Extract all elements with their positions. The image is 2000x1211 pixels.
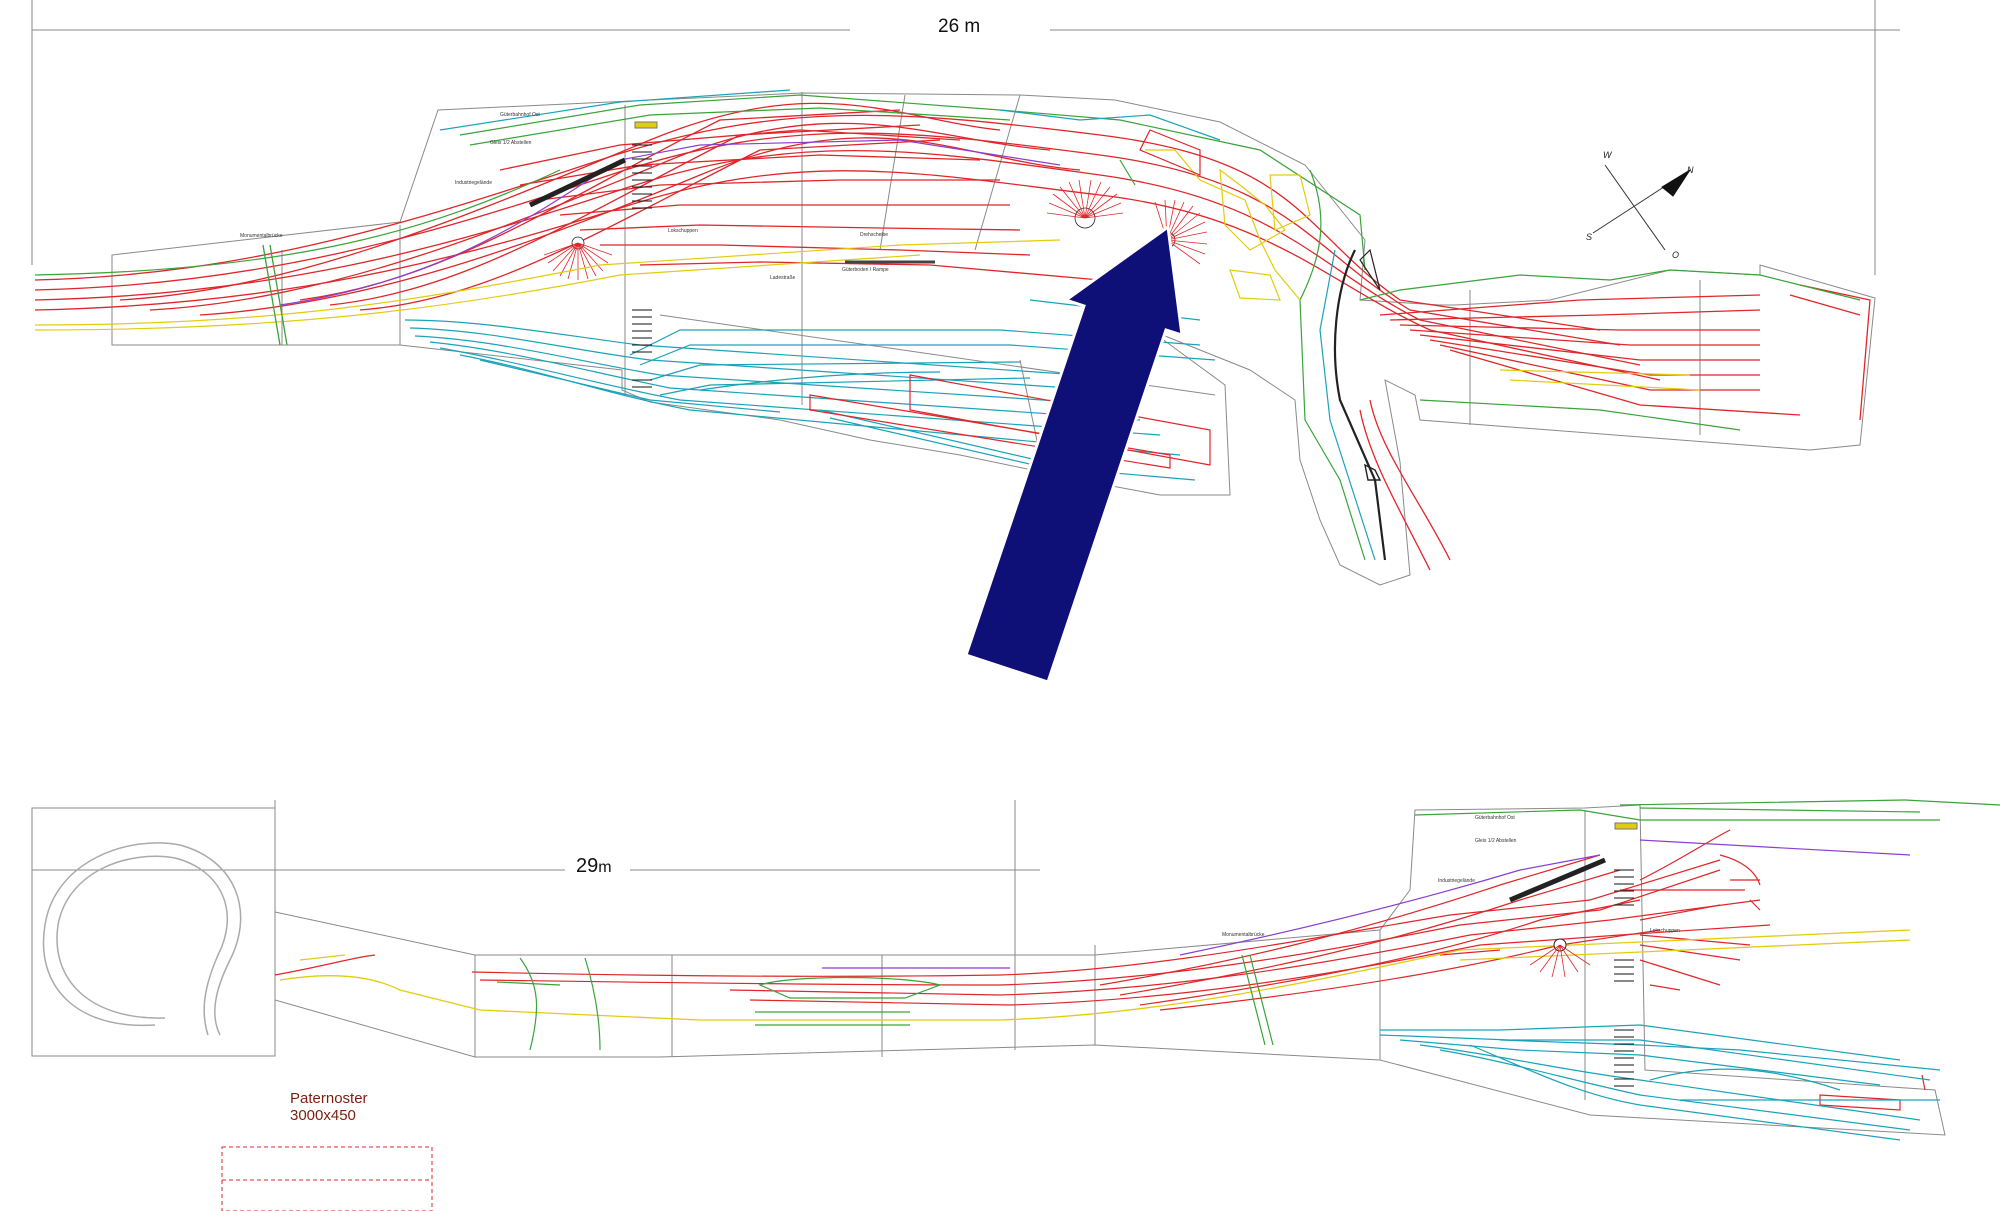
top-plan	[31, 0, 1900, 684]
bottom-board-outline	[31, 804, 1946, 1136]
top-bridge-label: Monumentalbrücke	[240, 233, 283, 239]
bottom-bridge-label: Monumentalbrücke	[1222, 932, 1265, 938]
compass-east-label: O	[1672, 250, 1680, 260]
compass-north-label: N	[1687, 165, 1694, 175]
bottom-plan	[31, 799, 2000, 1211]
top-station-label-2: Gleis 1/2 Abstellen	[490, 140, 532, 146]
top-station-label-4: Lokschuppen	[668, 228, 698, 234]
top-main-tracks	[34, 102, 1871, 571]
bottom-station-label-2: Gleis 1/2 Abstellen	[1475, 838, 1517, 844]
paternoster-box	[221, 1146, 433, 1211]
top-station-label-7: Güterboden / Rampe	[842, 267, 889, 273]
paternoster-title: Paternoster	[290, 1090, 368, 1107]
bottom-station-label-3: Industriegelände	[1438, 878, 1475, 884]
compass-west-label: W	[1603, 150, 1612, 160]
top-dimension-label: 26 m	[932, 16, 987, 38]
bottom-station-label-4: Lokschuppen	[1650, 928, 1680, 934]
bottom-station-label-1: Güterbahnhof Ost	[1475, 815, 1515, 821]
bottom-dimension-value: 29	[576, 855, 599, 877]
top-station-label-1: Güterbahnhof Ost	[500, 112, 540, 118]
top-station-label-6: Ladestraße	[770, 275, 796, 281]
bottom-green-tracks	[496, 799, 2000, 1051]
top-station-label-3: Industriegelände	[455, 180, 492, 186]
track-plan-drawing	[31, 0, 2000, 1211]
top-accent-tracks	[34, 89, 1861, 561]
bottom-dimension-label: 29m	[570, 855, 618, 878]
bottom-dimension-unit: m	[598, 859, 612, 876]
bottom-main-tracks	[274, 829, 1926, 1111]
compass-rose	[1592, 164, 1691, 251]
paternoster-size: 3000x450	[290, 1107, 356, 1124]
helix-track	[42, 842, 242, 1036]
paternoster-caption: Paternoster 3000x450	[290, 1090, 368, 1124]
bottom-purple-tracks	[822, 839, 1911, 969]
compass-south-label: S	[1586, 232, 1593, 242]
top-station-label-5: Drehscheibe	[860, 232, 889, 238]
top-board-outline	[111, 92, 1876, 586]
